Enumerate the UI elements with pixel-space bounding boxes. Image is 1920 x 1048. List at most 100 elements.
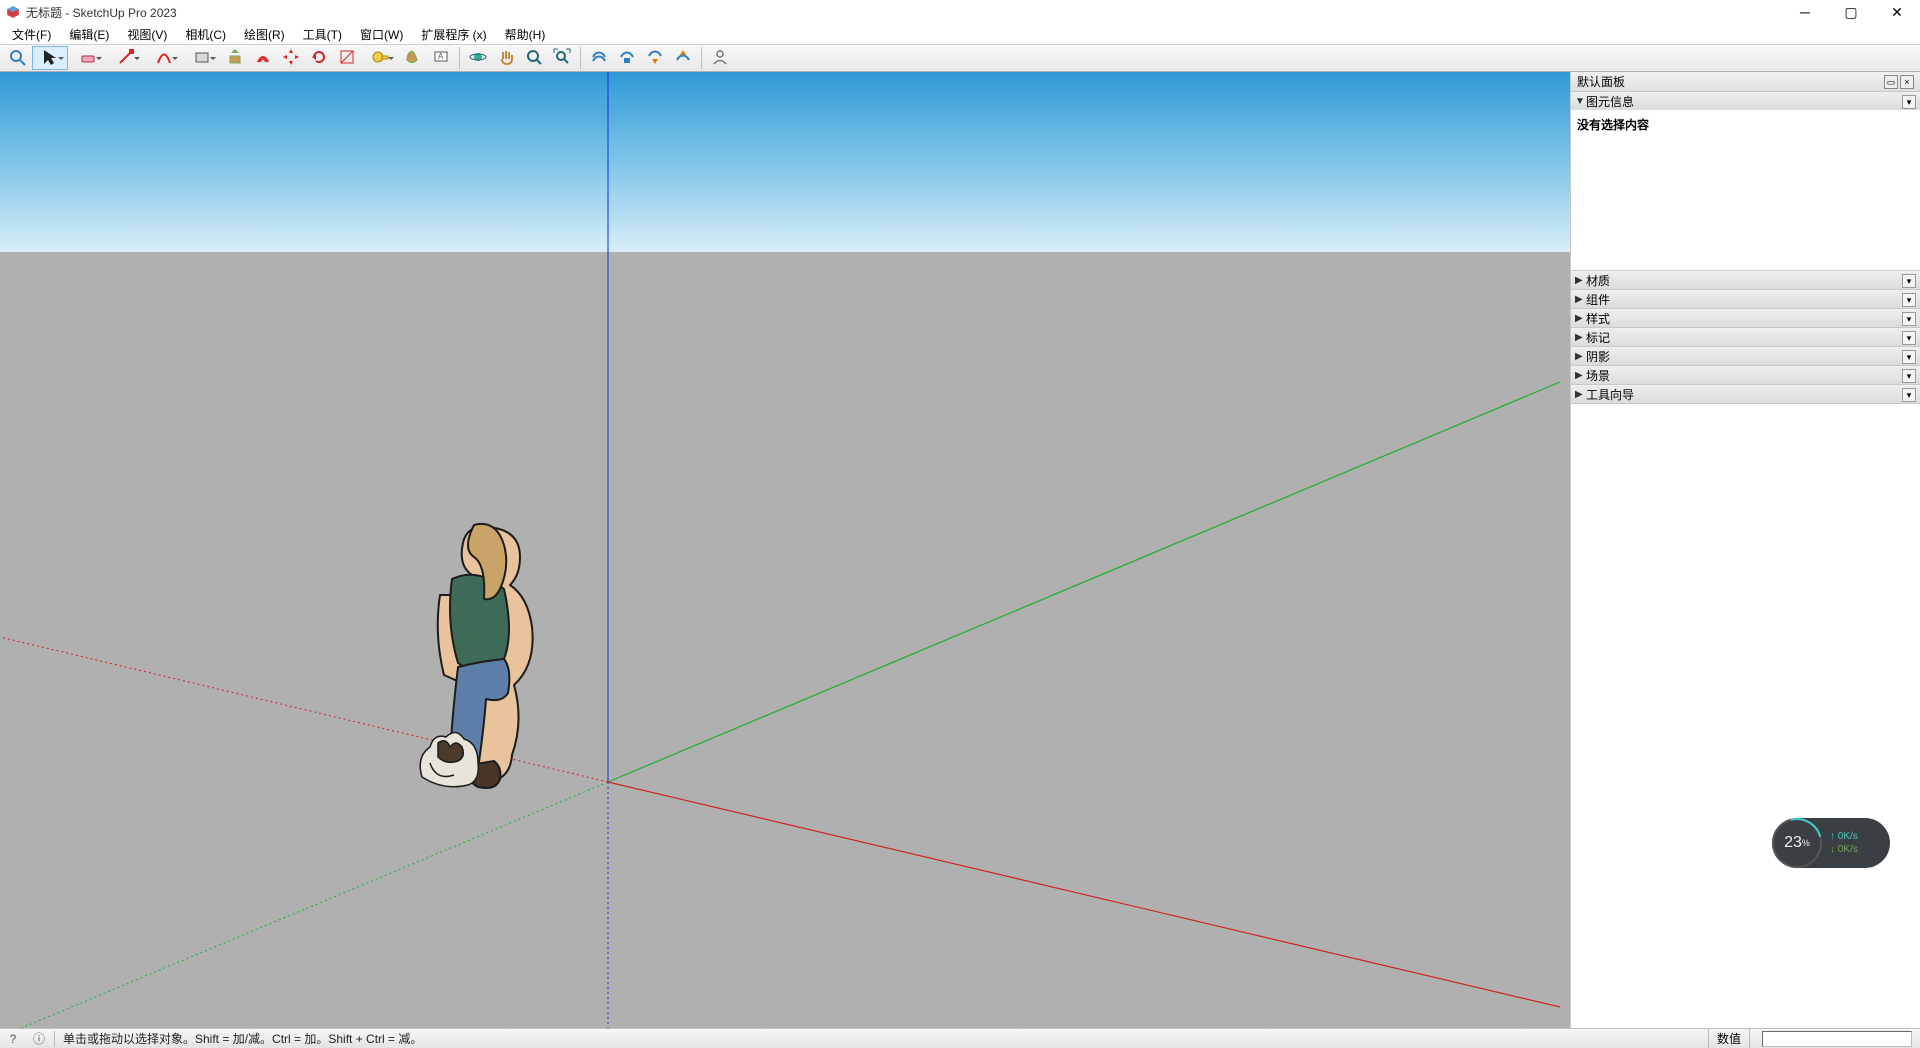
warehouse-ext-tool[interactable]	[614, 46, 640, 70]
help-icon[interactable]: ?	[4, 1030, 22, 1048]
rectangle-tool[interactable]	[184, 46, 220, 70]
rectangle-icon	[193, 48, 211, 69]
menu-绘图(R)[interactable]: 绘图(R)	[236, 25, 293, 44]
disclosure-icon: ▶	[1575, 294, 1584, 305]
warehouse-3d-icon	[590, 48, 608, 69]
menu-编辑(E)[interactable]: 编辑(E)	[61, 25, 117, 44]
viewport[interactable]	[0, 72, 1570, 1028]
zoom-extents-tool[interactable]	[549, 46, 575, 70]
measurement-input[interactable]	[1762, 1031, 1912, 1047]
panel-header-场景[interactable]: ▶场景▾	[1571, 366, 1920, 384]
tray-title-bar[interactable]: 默认面板 ▭ ×	[1571, 72, 1920, 92]
toolbar-separator	[459, 47, 460, 69]
search-icon	[8, 48, 26, 69]
line-icon	[117, 48, 135, 69]
menu-bar: 文件(F)编辑(E)视图(V)相机(C)绘图(R)工具(T)窗口(W)扩展程序 …	[0, 24, 1920, 44]
network-widget[interactable]: 23% ↑ 0K/s ↓ 0K/s	[1772, 818, 1890, 868]
panel-header-材质[interactable]: ▶材质▾	[1571, 271, 1920, 289]
select-tool[interactable]	[32, 46, 68, 70]
menu-文件(F)[interactable]: 文件(F)	[4, 25, 59, 44]
panel-menu-icon[interactable]: ▾	[1902, 369, 1916, 383]
scale-tool[interactable]	[334, 46, 360, 70]
rotate-icon	[310, 48, 328, 69]
tray-close-icon[interactable]: ×	[1900, 75, 1914, 89]
warehouse-3d-tool[interactable]	[586, 46, 612, 70]
tape-icon	[371, 48, 389, 69]
panel-menu-icon[interactable]: ▾	[1902, 312, 1916, 326]
panel-menu-icon[interactable]: ▾	[1902, 95, 1916, 109]
orbit-icon	[469, 48, 487, 69]
text-tool[interactable]: A	[428, 46, 454, 70]
rotate-tool[interactable]	[306, 46, 332, 70]
pushpull-tool[interactable]	[222, 46, 248, 70]
panel-menu-icon[interactable]: ▾	[1902, 274, 1916, 288]
orbit-tool[interactable]	[465, 46, 491, 70]
offset-icon	[254, 48, 272, 69]
status-hint: 单击或拖动以选择对象。Shift = 加/减。Ctrl = 加。Shift + …	[57, 1030, 428, 1047]
panel-header-样式[interactable]: ▶样式▾	[1571, 309, 1920, 327]
menu-视图(V)[interactable]: 视图(V)	[119, 25, 175, 44]
warehouse-down-tool[interactable]	[642, 46, 668, 70]
warehouse-ext-icon	[618, 48, 636, 69]
measurement-label: 数值	[1708, 1029, 1749, 1048]
user-icon	[711, 48, 729, 69]
tape-tool[interactable]	[362, 46, 398, 70]
disclosure-icon: ▶	[1575, 370, 1584, 381]
panel-阴影: ▶阴影▾	[1571, 347, 1920, 366]
panel-menu-icon[interactable]: ▾	[1902, 293, 1916, 307]
scale-figure[interactable]	[410, 517, 560, 817]
disclosure-icon: ▶	[1575, 389, 1584, 400]
panel-样式: ▶样式▾	[1571, 309, 1920, 328]
line-tool[interactable]	[108, 46, 144, 70]
zoom-tool[interactable]	[521, 46, 547, 70]
menu-工具(T)[interactable]: 工具(T)	[295, 25, 350, 44]
panel-图元信息: ▼图元信息▾没有选择内容	[1571, 92, 1920, 271]
tray-pin-icon[interactable]: ▭	[1884, 75, 1898, 89]
tray-title: 默认面板	[1577, 73, 1625, 90]
arc-icon	[155, 48, 173, 69]
menu-帮助(H)[interactable]: 帮助(H)	[497, 25, 554, 44]
panel-menu-icon[interactable]: ▾	[1902, 350, 1916, 364]
minimize-button[interactable]: ─	[1782, 0, 1828, 24]
text-icon: A	[432, 48, 450, 69]
eraser-tool[interactable]	[70, 46, 106, 70]
offset-tool[interactable]	[250, 46, 276, 70]
user-tool[interactable]	[707, 46, 733, 70]
search-tool[interactable]	[4, 46, 30, 70]
panel-工具向导: ▶工具向导▾	[1571, 385, 1920, 404]
move-tool[interactable]	[278, 46, 304, 70]
pan-icon	[497, 48, 515, 69]
close-button[interactable]: ✕	[1874, 0, 1920, 24]
info-icon[interactable]: ⓘ	[30, 1030, 48, 1048]
axes-overlay	[0, 72, 1570, 1028]
menu-相机(C)[interactable]: 相机(C)	[177, 25, 234, 44]
move-icon	[282, 48, 300, 69]
panel-header-工具向导[interactable]: ▶工具向导▾	[1571, 385, 1920, 403]
panel-header-图元信息[interactable]: ▼图元信息▾	[1571, 92, 1920, 110]
menu-扩展程序 (x)[interactable]: 扩展程序 (x)	[413, 25, 494, 44]
pan-tool[interactable]	[493, 46, 519, 70]
maximize-button[interactable]: ▢	[1828, 0, 1874, 24]
svg-text:A: A	[438, 52, 444, 61]
panel-header-标记[interactable]: ▶标记▾	[1571, 328, 1920, 346]
panel-标记: ▶标记▾	[1571, 328, 1920, 347]
app-logo-icon	[6, 5, 20, 19]
paint-icon	[404, 48, 422, 69]
panel-header-组件[interactable]: ▶组件▾	[1571, 290, 1920, 308]
toolbar-separator	[580, 47, 581, 69]
eraser-icon	[79, 48, 97, 69]
disclosure-icon: ▶	[1575, 332, 1584, 343]
arc-tool[interactable]	[146, 46, 182, 70]
work-area: 默认面板 ▭ × ▼图元信息▾没有选择内容▶材质▾▶组件▾▶样式▾▶标记▾▶阴影…	[0, 72, 1920, 1028]
window-title: 无标题 - SketchUp Pro 2023	[26, 4, 177, 21]
panel-场景: ▶场景▾	[1571, 366, 1920, 385]
menu-窗口(W)[interactable]: 窗口(W)	[352, 25, 411, 44]
paint-tool[interactable]	[400, 46, 426, 70]
warehouse-down-icon	[646, 48, 664, 69]
panel-menu-icon[interactable]: ▾	[1902, 331, 1916, 345]
title-bar: 无标题 - SketchUp Pro 2023 ─ ▢ ✕	[0, 0, 1920, 24]
panel-menu-icon[interactable]: ▾	[1902, 388, 1916, 402]
warehouse-up-tool[interactable]	[670, 46, 696, 70]
panel-header-阴影[interactable]: ▶阴影▾	[1571, 347, 1920, 365]
warehouse-up-icon	[674, 48, 692, 69]
